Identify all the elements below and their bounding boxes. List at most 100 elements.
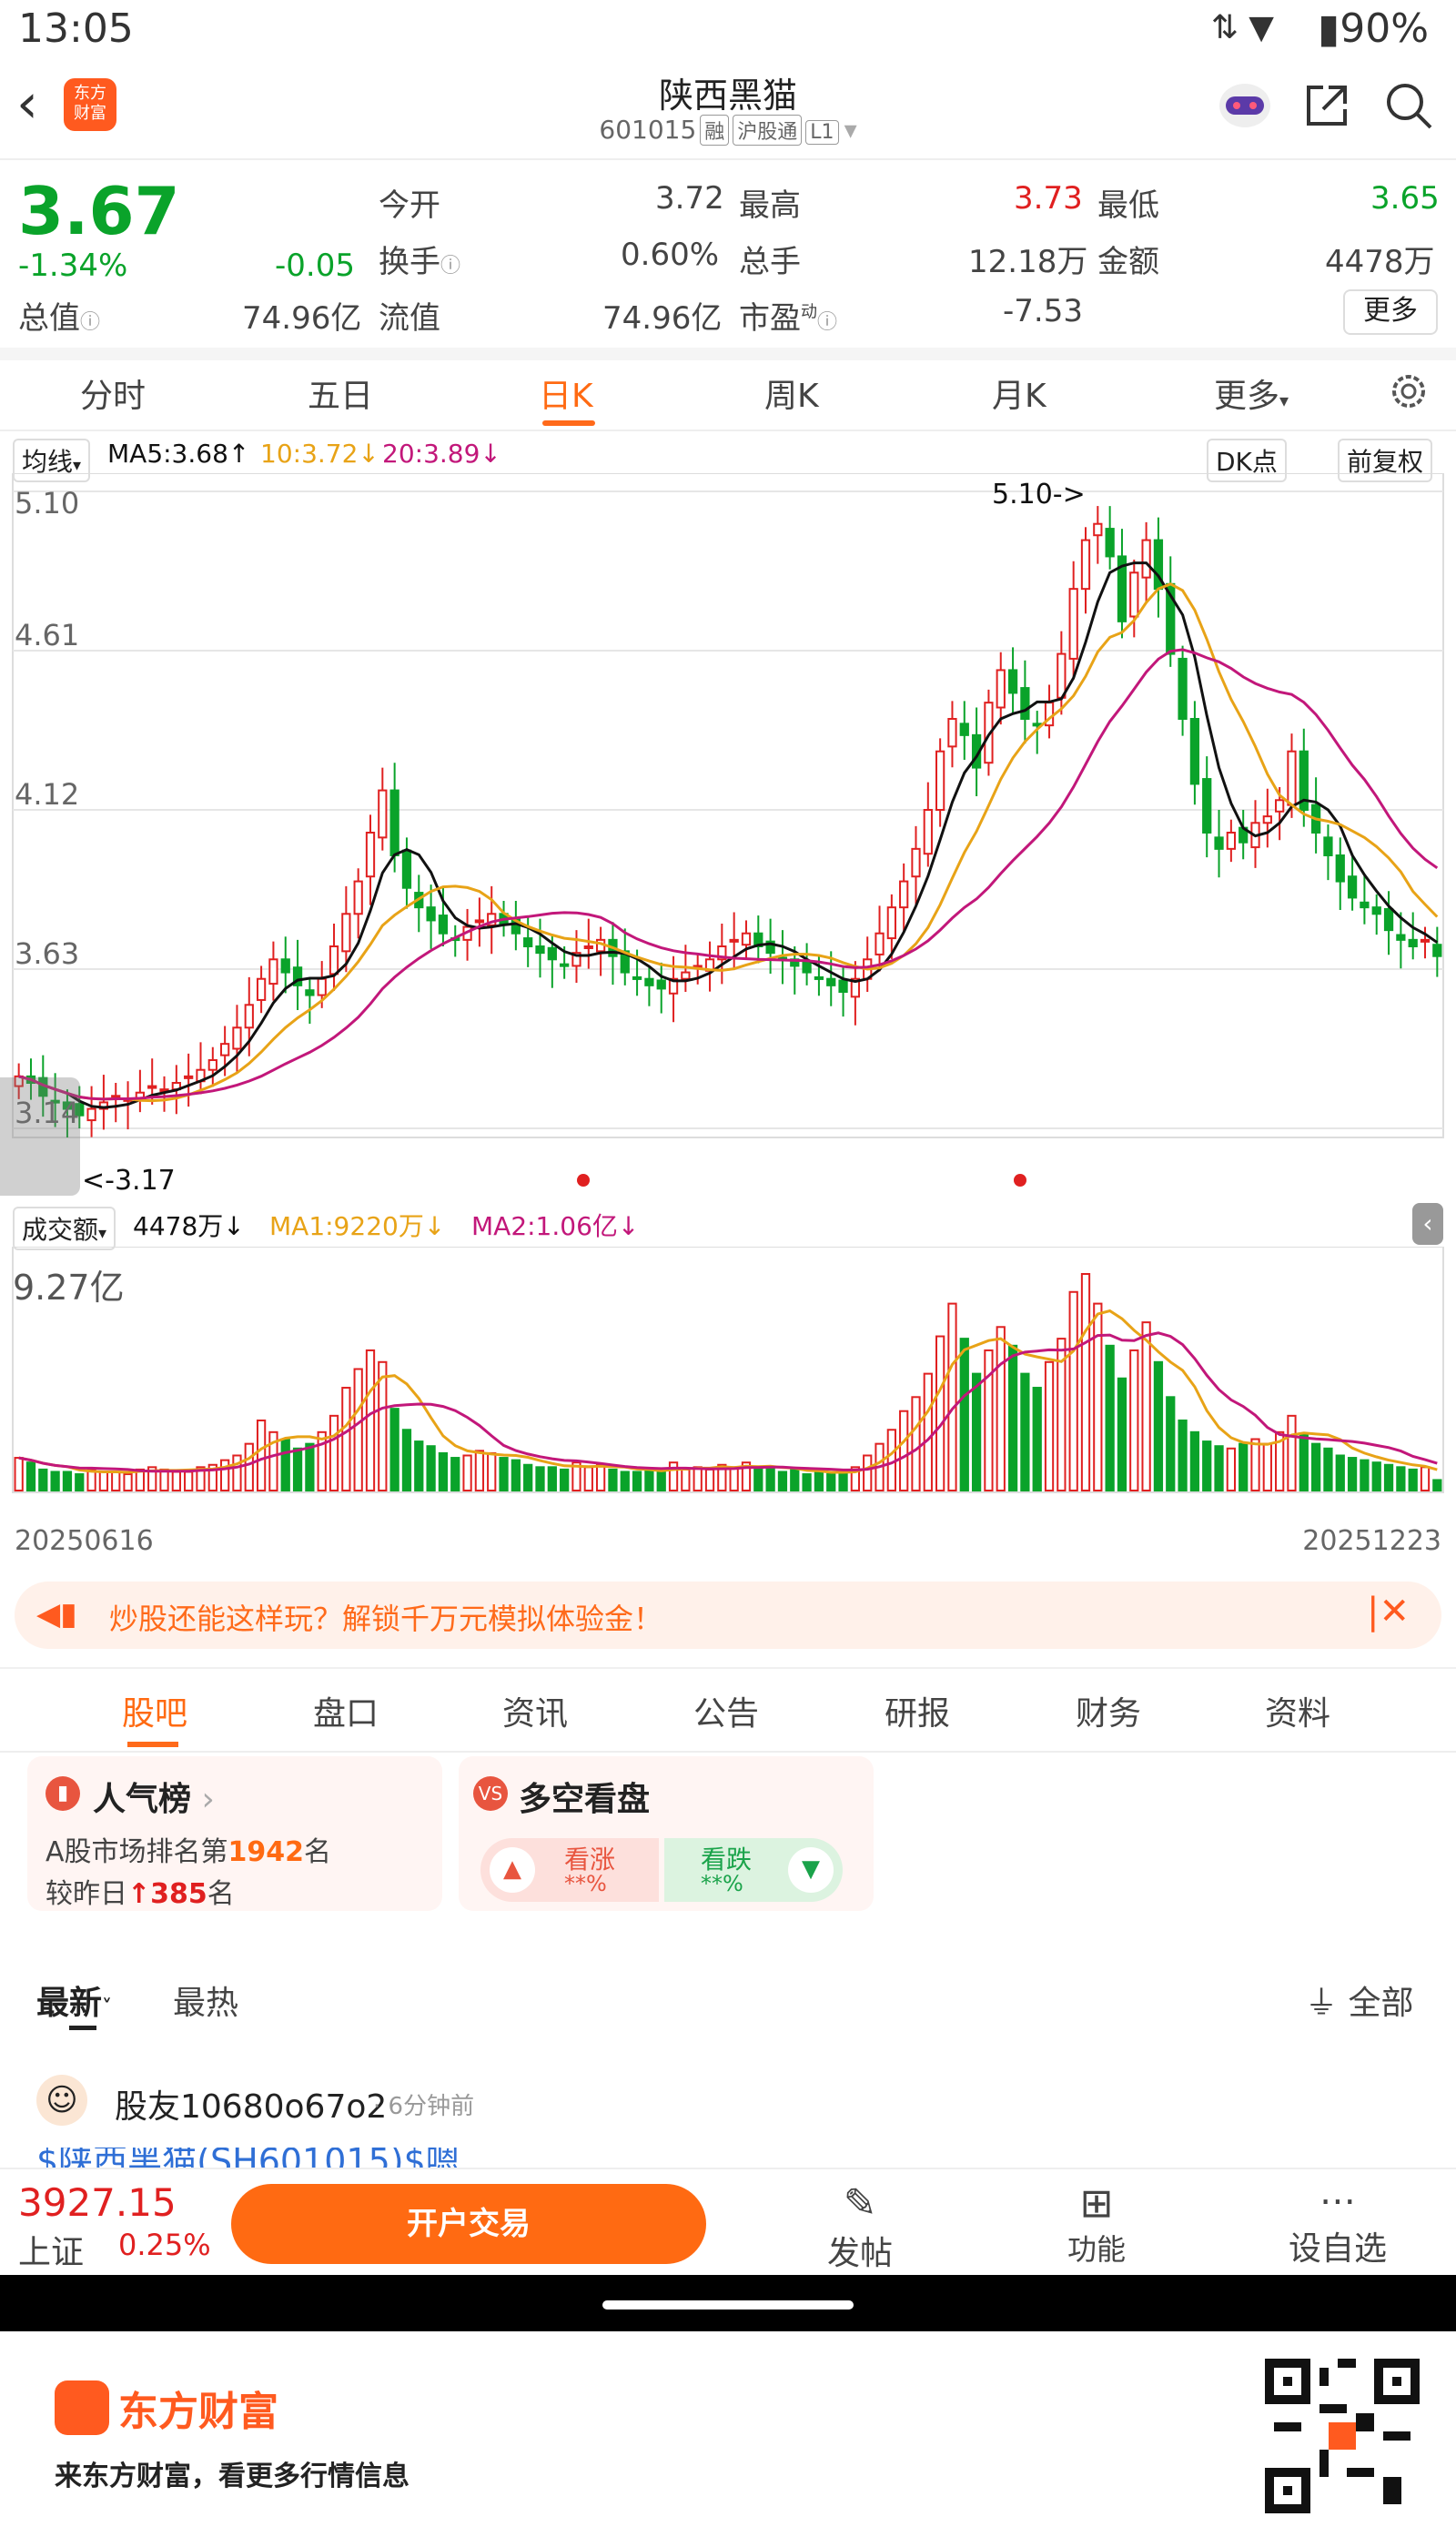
tab-financials[interactable]: 财务 — [1076, 1687, 1141, 1734]
add-watchlist-button[interactable]: ⋯ 设自选 — [1274, 2180, 1401, 2269]
tab-daily-k[interactable]: 日K — [539, 369, 593, 417]
turnover-label[interactable]: 换手ⓘ — [379, 237, 460, 281]
index-name[interactable]: 上证 — [18, 2226, 84, 2273]
event-dot[interactable] — [577, 1174, 590, 1187]
candle-body — [341, 913, 351, 953]
more-button[interactable]: 更多 — [1343, 289, 1438, 335]
tab-news[interactable]: 资讯 — [502, 1687, 568, 1734]
battery-level: ▮90% — [1317, 5, 1429, 52]
bearish-value: **% — [701, 1871, 743, 1896]
pe-label[interactable]: 市盈动ⓘ — [739, 293, 837, 338]
tab-research[interactable]: 研报 — [885, 1687, 950, 1734]
tab-five-day[interactable]: 五日 — [308, 369, 373, 417]
volume-bar — [1371, 1461, 1381, 1491]
avatar[interactable]: ☺ — [36, 2075, 87, 2126]
candle-body — [838, 979, 848, 993]
tab-monthly-k[interactable]: 月K — [992, 369, 1046, 417]
post-content-peek[interactable]: $陕西黑猫(SH601015)$嗯 — [36, 2148, 460, 2169]
total-value: 74.96亿 — [242, 300, 362, 337]
tab-order-book[interactable]: 盘口 — [313, 1687, 379, 1734]
kline-chart[interactable]: 5.104.614.123.633.14 — [0, 473, 1456, 1201]
tab-hot[interactable]: 最热 — [173, 1976, 238, 2024]
volume-bar — [656, 1471, 666, 1492]
volume-bar — [1432, 1479, 1442, 1491]
candle-body — [886, 906, 896, 940]
post-username[interactable]: 股友10680o67o2 — [115, 2080, 387, 2128]
candle-body — [1080, 539, 1091, 591]
tab-more[interactable]: 更多▾ — [1214, 369, 1289, 417]
volume-bar — [1020, 1372, 1030, 1491]
settings-gear-icon[interactable] — [1387, 369, 1431, 413]
candle-body — [365, 832, 376, 878]
candle-body — [317, 977, 327, 996]
popularity-title: 人气榜 › — [93, 1781, 215, 1818]
bull-bear-card[interactable]: VS 多空看盘 ▲ 看涨 **% 看跌 **% ▼ — [459, 1756, 874, 1911]
popularity-card[interactable]: ▮ 人气榜 › A股市场排名第1942名 较昨日↑385名 — [27, 1756, 442, 1911]
volume-bar — [62, 1471, 73, 1492]
watchlist-label: 设自选 — [1288, 2230, 1387, 2268]
open-account-trade-button[interactable]: 开户交易 — [231, 2184, 706, 2264]
function-button[interactable]: ⊞ 功能 — [1046, 2180, 1147, 2269]
candle-body — [632, 975, 642, 980]
total-value-label[interactable]: 总值ⓘ — [18, 293, 100, 338]
event-dot[interactable] — [1014, 1174, 1026, 1187]
index-value[interactable]: 3927.15 — [18, 2180, 177, 2225]
min-price-marker: <-3.17 — [82, 1165, 176, 1197]
volume-bar — [511, 1459, 521, 1492]
candle-body — [1262, 815, 1272, 824]
tab-forum[interactable]: 股吧 — [122, 1687, 187, 1734]
status-time: 13:05 — [18, 5, 134, 52]
candle-body — [401, 849, 412, 889]
volume-bar — [814, 1471, 824, 1492]
candle-body — [1189, 718, 1200, 785]
tag-level: L1 — [805, 120, 839, 145]
bullish-button[interactable]: ▲ 看涨 **% — [480, 1838, 659, 1902]
volume-ma1-line — [18, 1309, 1438, 1474]
tab-weekly-k[interactable]: 周K — [764, 369, 819, 417]
volume-bar — [1262, 1442, 1272, 1491]
volume-bar — [1396, 1466, 1406, 1491]
app-header: ‹ 东方 财富 陕西黑猫 601015 融沪股通 L1 ▾ — [0, 58, 1456, 160]
volume-bar — [826, 1473, 836, 1491]
volume-chart[interactable] — [0, 1247, 1456, 1520]
close-icon[interactable]: |✕ — [1367, 1591, 1410, 1632]
tab-announcements[interactable]: 公告 — [693, 1687, 759, 1734]
promo-banner[interactable]: ◀▮ 炒股还能这样玩？解锁千万元模拟体验金！ |✕ — [15, 1582, 1441, 1649]
candle-body — [947, 718, 957, 748]
down-triangle-icon: ▼ — [788, 1847, 834, 1893]
pe-dynamic-sup: 动 — [801, 302, 817, 322]
high-value: 3.73 — [1014, 180, 1083, 217]
volume-bar — [911, 1396, 921, 1491]
bearish-button[interactable]: 看跌 **% ▼ — [664, 1838, 843, 1902]
volume-mode-select[interactable]: 成交额▾ — [13, 1207, 116, 1250]
home-indicator[interactable] — [602, 2300, 854, 2310]
tab-profile[interactable]: 资料 — [1265, 1687, 1330, 1734]
assistant-robot-icon[interactable] — [1215, 76, 1275, 131]
tab-latest[interactable]: 最新˅ — [36, 1976, 112, 2024]
volume-bar — [790, 1468, 800, 1491]
more-dots-icon: ⋯ — [1320, 2180, 1356, 2222]
collapse-arrow-icon[interactable]: ‹ — [1412, 1203, 1443, 1245]
volume-bar — [305, 1442, 315, 1491]
search-icon[interactable] — [1383, 80, 1434, 131]
candle-body — [207, 1059, 217, 1071]
candle-body — [1335, 854, 1345, 883]
tab-intraday[interactable]: 分时 — [80, 369, 146, 417]
volume-bar — [1189, 1430, 1200, 1491]
chart-left-handle[interactable] — [0, 1077, 80, 1196]
candle-body — [741, 932, 752, 946]
bottom-bar: 3927.15 上证 0.25% 开户交易 ✎ 发帖 ⊞ 功能 ⋯ 设自选 — [0, 2168, 1456, 2277]
ma20-value: 20:3.89↓ — [382, 439, 501, 469]
volume-bar — [1068, 1290, 1078, 1491]
candle-body — [996, 669, 1006, 709]
post-button[interactable]: ✎ 发帖 — [810, 2180, 910, 2274]
volume-bar — [681, 1468, 691, 1491]
high-label: 最高 — [739, 187, 801, 224]
volume-bar — [863, 1454, 873, 1492]
filter-all[interactable]: ⏚ 全部 — [1305, 1976, 1413, 2024]
share-icon[interactable] — [1301, 80, 1352, 131]
open-value: 3.72 — [655, 180, 724, 217]
volume-bar — [947, 1302, 957, 1491]
candle-body — [1323, 836, 1333, 857]
wifi-icon: ⇅ ▼ — [1210, 9, 1274, 46]
